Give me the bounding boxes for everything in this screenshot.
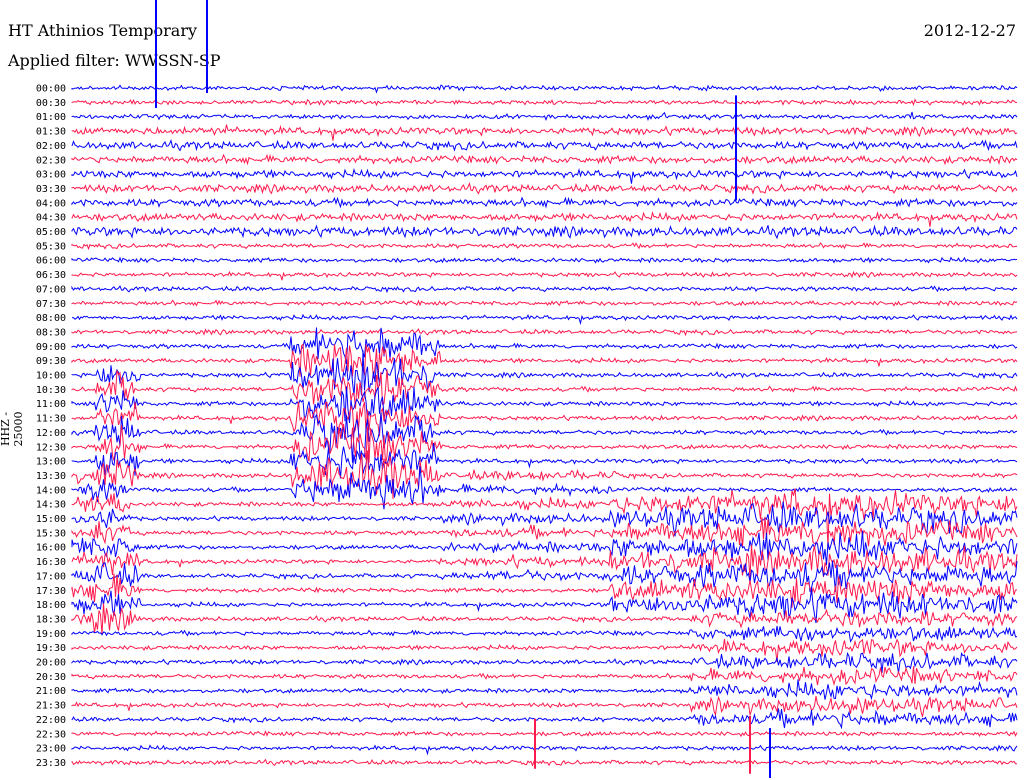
trace-line xyxy=(71,530,1018,566)
trace-line xyxy=(71,124,1018,141)
row-label: 05:00 xyxy=(36,227,66,238)
row-label: 15:30 xyxy=(36,528,66,539)
trace-line xyxy=(71,84,1018,94)
trace-line xyxy=(71,299,1018,307)
row-label: 01:00 xyxy=(36,112,66,123)
row-label: 06:30 xyxy=(36,270,66,281)
row-label: 23:30 xyxy=(36,758,66,769)
row-label: 04:30 xyxy=(36,213,66,224)
row-label: 00:30 xyxy=(36,98,66,109)
row-label-group: 00:00 00:30 01:00 01:30 02:00 02:30 03:00 03:30… xyxy=(36,84,66,769)
trace-line xyxy=(71,98,1018,107)
row-label: 09:00 xyxy=(36,342,66,353)
row-label: 14:00 xyxy=(36,485,66,496)
trace-line xyxy=(71,666,1018,686)
trace-line xyxy=(71,242,1018,251)
row-label: 12:00 xyxy=(36,428,66,439)
row-label: 23:00 xyxy=(36,744,66,755)
row-label: 21:30 xyxy=(36,701,66,712)
helicorder-plot: 00:00 00:30 01:00 01:30 02:00 02:30 03:00 03:30… xyxy=(36,0,1018,778)
trace-line xyxy=(71,285,1018,294)
row-label: 12:30 xyxy=(36,442,66,453)
trace-line xyxy=(71,758,1017,767)
row-label: 09:30 xyxy=(36,356,66,367)
trace-line xyxy=(71,625,1018,643)
trace-line xyxy=(71,708,1018,730)
row-label: 03:00 xyxy=(36,170,66,181)
trace-line xyxy=(71,328,1018,337)
trace-line xyxy=(71,679,1018,701)
row-label: 13:00 xyxy=(36,457,66,468)
row-label: 19:30 xyxy=(36,643,66,654)
row-label: 08:30 xyxy=(36,327,66,338)
trace-line xyxy=(71,224,1018,240)
trace-line xyxy=(71,501,1018,537)
row-label: 02:00 xyxy=(36,141,66,152)
row-label: 10:30 xyxy=(36,385,66,396)
trace-line xyxy=(71,153,1018,166)
trace-line xyxy=(71,270,1018,281)
row-label: 02:30 xyxy=(36,155,66,166)
row-label: 18:30 xyxy=(36,614,66,625)
row-label: 20:00 xyxy=(36,658,66,669)
row-label: 22:30 xyxy=(36,729,66,740)
trace-line xyxy=(71,443,1018,479)
row-label: 13:30 xyxy=(36,471,66,482)
row-label: 11:00 xyxy=(36,399,66,410)
trace-group xyxy=(71,0,1018,778)
row-label: 15:00 xyxy=(36,514,66,525)
row-label: 00:00 xyxy=(36,84,66,95)
row-label: 18:00 xyxy=(36,600,66,611)
trace-line xyxy=(71,488,1018,549)
trace-line xyxy=(71,638,1018,662)
row-label: 06:00 xyxy=(36,256,66,267)
row-label: 20:30 xyxy=(36,672,66,683)
trace-line xyxy=(71,603,1018,636)
row-label: 21:00 xyxy=(36,686,66,697)
trace-line xyxy=(71,412,1018,463)
row-label: 16:00 xyxy=(36,543,66,554)
trace-line xyxy=(71,423,1018,465)
row-label: 07:30 xyxy=(36,299,66,310)
row-label: 19:00 xyxy=(36,629,66,640)
row-label: 10:00 xyxy=(36,371,66,382)
trace-line xyxy=(72,313,1018,326)
row-label: 03:30 xyxy=(36,184,66,195)
trace-line xyxy=(71,139,1018,152)
row-label: 05:30 xyxy=(36,241,66,252)
trace-line xyxy=(71,256,1018,264)
row-label: 16:30 xyxy=(36,557,66,568)
trace-line xyxy=(71,167,1018,184)
row-label: 08:00 xyxy=(36,313,66,324)
row-label: 01:30 xyxy=(36,127,66,138)
trace-line xyxy=(71,111,1018,121)
row-label: 17:00 xyxy=(36,571,66,582)
trace-line xyxy=(71,182,1018,195)
row-label: 07:00 xyxy=(36,284,66,295)
trace-line xyxy=(71,651,1018,674)
trace-line xyxy=(71,196,1018,209)
row-label: 14:30 xyxy=(36,500,66,511)
trace-line xyxy=(71,729,1018,738)
row-label: 17:30 xyxy=(36,586,66,597)
row-label: 22:00 xyxy=(36,715,66,726)
trace-line xyxy=(71,210,1018,227)
row-label: 11:30 xyxy=(36,414,66,425)
trace-line xyxy=(71,744,1018,756)
row-label: 04:00 xyxy=(36,198,66,209)
